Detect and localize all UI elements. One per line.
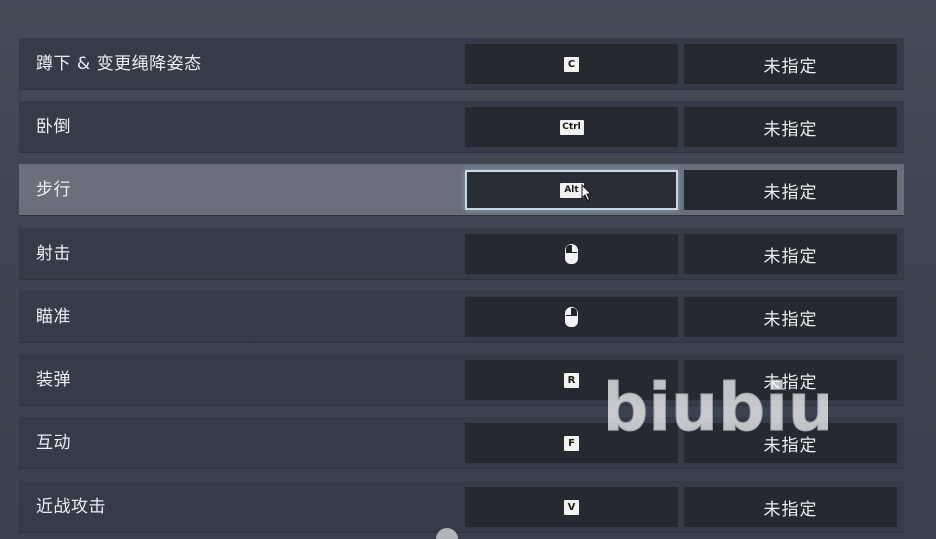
- mouse-left-icon: [565, 244, 578, 264]
- primary-key-slot[interactable]: F: [465, 423, 678, 463]
- primary-key-slot[interactable]: [465, 234, 678, 274]
- secondary-key-slot[interactable]: 未指定: [684, 107, 897, 147]
- primary-key-slot[interactable]: Alt: [465, 170, 678, 210]
- keybind-row-reload[interactable]: 装弹 R 未指定: [19, 354, 904, 406]
- action-label: 步行: [36, 180, 71, 200]
- secondary-key-slot[interactable]: 未指定: [684, 423, 897, 463]
- primary-key-slot[interactable]: [465, 297, 678, 337]
- action-label: 互动: [36, 433, 71, 453]
- mouse-cursor-icon: [581, 184, 593, 202]
- action-label: 卧倒: [36, 117, 71, 137]
- key-c-icon: C: [564, 56, 579, 72]
- action-label: 射击: [36, 244, 71, 264]
- key-ctrl-icon: Ctrl: [559, 119, 584, 135]
- primary-key-slot[interactable]: V: [465, 487, 678, 527]
- key-f-icon: F: [564, 435, 579, 451]
- keybind-row-fire[interactable]: 射击 未指定: [19, 228, 904, 280]
- secondary-key-slot[interactable]: 未指定: [684, 170, 897, 210]
- secondary-key-slot[interactable]: 未指定: [684, 487, 897, 527]
- action-label: 蹲下 & 变更绳降姿态: [36, 54, 202, 74]
- secondary-key-slot[interactable]: 未指定: [684, 297, 897, 337]
- keybind-row-walk[interactable]: 步行 Alt 未指定: [19, 164, 904, 216]
- key-alt-icon: Alt: [559, 182, 584, 198]
- primary-key-slot[interactable]: C: [465, 44, 678, 84]
- secondary-key-slot[interactable]: 未指定: [684, 234, 897, 274]
- secondary-key-slot[interactable]: 未指定: [684, 360, 897, 400]
- action-label: 近战攻击: [36, 497, 106, 517]
- keybinding-settings-page: 蹲下 & 变更绳降姿态 C 未指定 卧倒 Ctrl 未指定 步行 Alt 未指定…: [0, 0, 936, 539]
- keybind-row-prone[interactable]: 卧倒 Ctrl 未指定: [19, 101, 904, 153]
- action-label: 瞄准: [36, 307, 71, 327]
- mouse-right-icon: [565, 307, 578, 327]
- key-v-icon: V: [564, 499, 579, 515]
- secondary-key-slot[interactable]: 未指定: [684, 44, 897, 84]
- keybind-row-melee[interactable]: 近战攻击 V 未指定: [19, 481, 904, 533]
- primary-key-slot[interactable]: R: [465, 360, 678, 400]
- keybind-row-interact[interactable]: 互动 F 未指定: [19, 417, 904, 469]
- key-r-icon: R: [564, 372, 579, 388]
- primary-key-slot[interactable]: Ctrl: [465, 107, 678, 147]
- keybind-row-aim[interactable]: 瞄准 未指定: [19, 291, 904, 343]
- action-label: 装弹: [36, 370, 71, 390]
- keybind-row-crouch[interactable]: 蹲下 & 变更绳降姿态 C 未指定: [19, 38, 904, 90]
